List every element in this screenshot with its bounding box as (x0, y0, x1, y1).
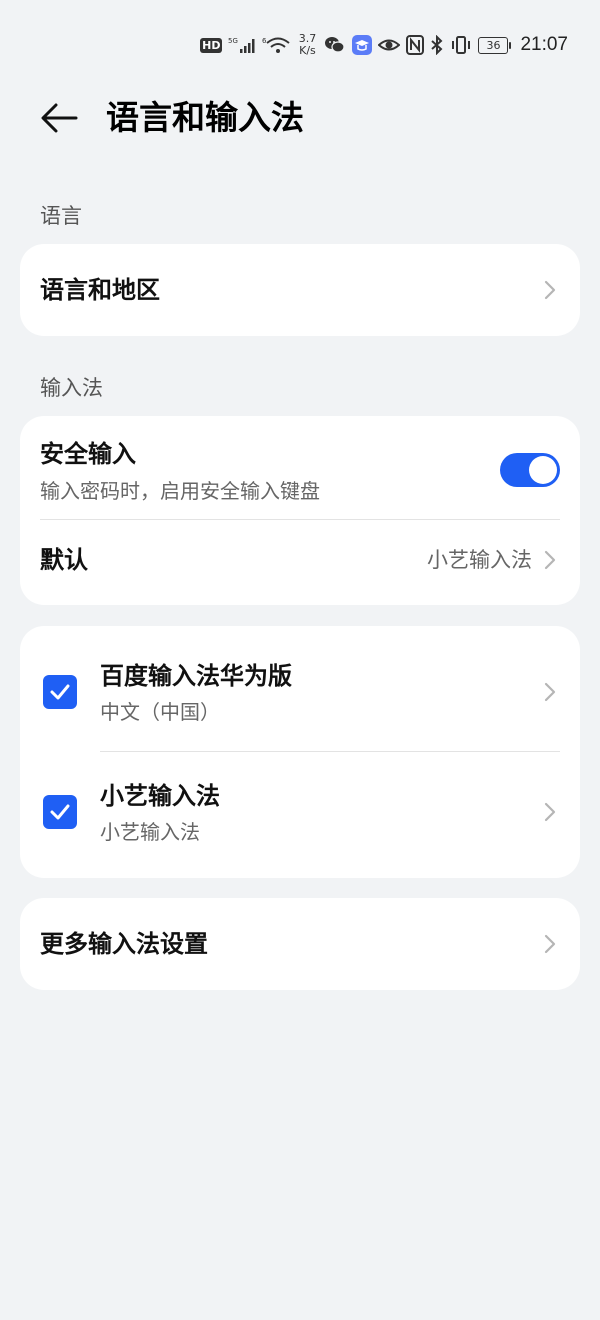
nfc-icon (406, 35, 425, 55)
bluetooth-icon (430, 35, 444, 55)
svg-text:6: 6 (262, 37, 267, 45)
network-speed: 3.7 K/s (298, 32, 317, 57)
default-input-row[interactable]: 默认 小艺输入法 (20, 520, 580, 605)
chevron-right-icon (544, 682, 556, 702)
more-settings-card: 更多输入法设置 (20, 898, 580, 990)
language-region-row[interactable]: 语言和地区 (20, 244, 580, 336)
input-method-card: 安全输入 输入密码时，启用安全输入键盘 默认 小艺输入法 (20, 416, 580, 605)
secure-input-label: 安全输入 (40, 440, 136, 468)
xiaoyi-checkbox[interactable] (43, 795, 77, 829)
more-input-settings-label: 更多输入法设置 (40, 930, 208, 958)
input-methods-card: 百度输入法华为版 中文（中国） 小艺输入法 小艺输入法 (20, 626, 580, 878)
vibrate-icon (450, 35, 472, 55)
page-title: 语言和输入法 (106, 98, 304, 137)
status-icons: HD 5G 6 3.7 K/s 36 21:07 (200, 30, 568, 60)
chevron-right-icon (544, 934, 556, 954)
baidu-checkbox[interactable] (43, 675, 77, 709)
back-arrow-icon[interactable] (40, 98, 80, 138)
section-label-input-method: 输入法 (40, 376, 103, 400)
secure-input-description: 输入密码时，启用安全输入键盘 (40, 479, 320, 503)
toggle-knob (529, 456, 557, 484)
input-method-subtitle: 小艺输入法 (100, 820, 200, 844)
checkmark-icon (50, 684, 70, 700)
section-label-language: 语言 (40, 204, 82, 228)
battery-icon: 36 (478, 36, 512, 54)
hd-icon: HD (200, 37, 223, 53)
svg-text:5G: 5G (228, 37, 238, 45)
chevron-right-icon (544, 802, 556, 822)
default-input-value: 小艺输入法 (427, 548, 532, 572)
default-input-label: 默认 (40, 546, 88, 574)
language-region-label: 语言和地区 (40, 276, 160, 304)
secure-input-row: 安全输入 输入密码时，启用安全输入键盘 (20, 416, 580, 520)
input-method-title: 百度输入法华为版 (100, 662, 292, 690)
wechat-icon (324, 35, 346, 55)
language-card: 语言和地区 (20, 244, 580, 336)
wifi-icon: 6 (262, 35, 291, 55)
input-method-subtitle: 中文（中国） (100, 700, 220, 724)
input-method-item-xiaoyi[interactable]: 小艺输入法 小艺输入法 (20, 752, 580, 878)
education-app-icon (352, 35, 373, 55)
status-bar: HD 5G 6 3.7 K/s 36 21:07 (0, 0, 600, 88)
secure-input-toggle[interactable] (500, 453, 560, 487)
signal-5g-icon: 5G (228, 35, 256, 55)
checkmark-icon (50, 804, 70, 820)
more-input-settings-row[interactable]: 更多输入法设置 (20, 898, 580, 990)
input-method-item-baidu[interactable]: 百度输入法华为版 中文（中国） (20, 626, 580, 751)
chevron-right-icon (544, 280, 556, 300)
eye-comfort-icon (378, 35, 401, 55)
chevron-right-icon (544, 550, 556, 570)
input-method-title: 小艺输入法 (100, 782, 220, 810)
status-time: 21:07 (520, 34, 568, 55)
